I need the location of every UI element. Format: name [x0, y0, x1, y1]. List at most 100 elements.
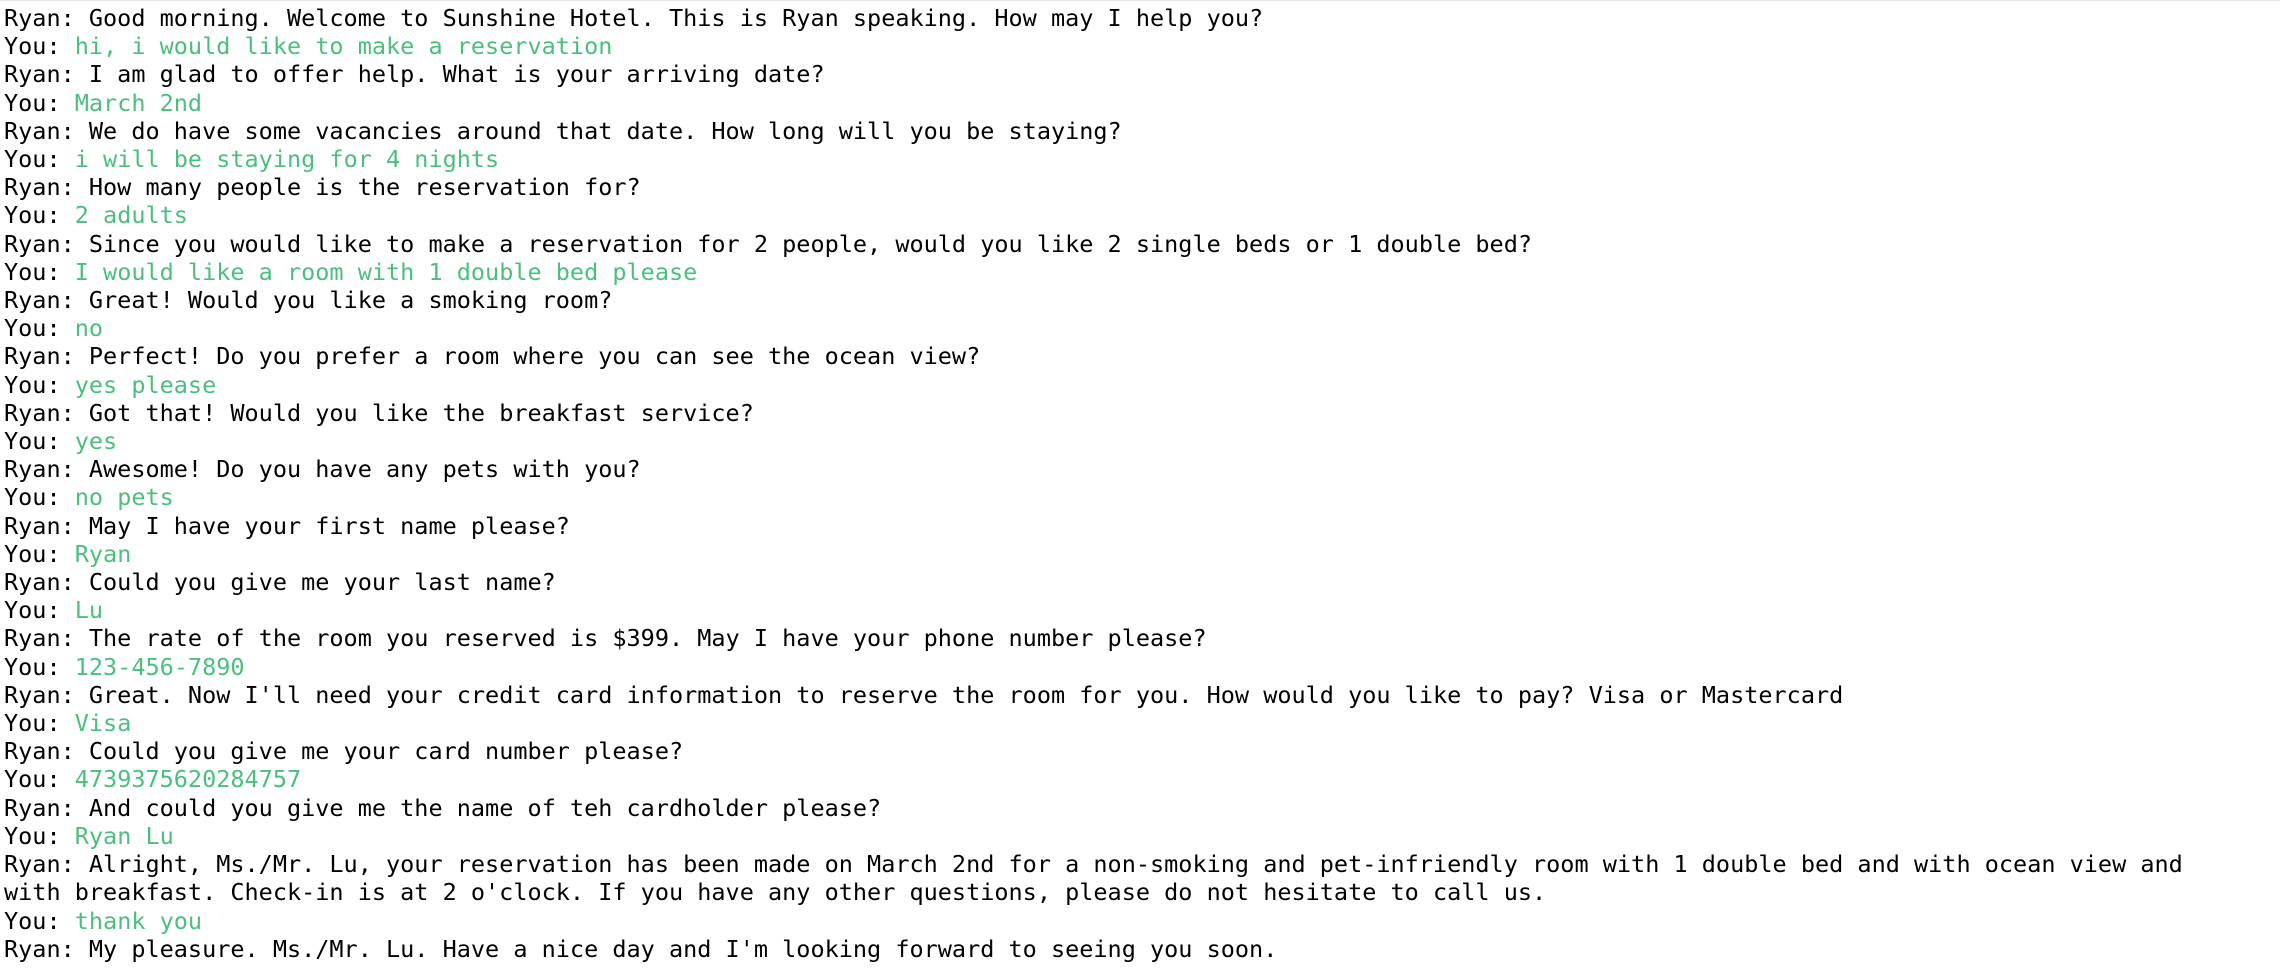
- user-message: yes please: [74, 370, 217, 399]
- chat-line-user: You: i will be staying for 4 nights: [4, 145, 2244, 173]
- agent-message: My pleasure. Ms./Mr. Lu. Have a nice day…: [88, 934, 1278, 963]
- user-message: 123-456-7890: [74, 652, 245, 681]
- user-message: Ryan Lu: [74, 821, 174, 850]
- speaker-label: Ryan:: [4, 286, 89, 315]
- speaker-label: Ryan:: [4, 398, 89, 427]
- speaker-label: You:: [4, 821, 75, 850]
- user-message: March 2nd: [74, 88, 203, 117]
- agent-message: And could you give me the name of teh ca…: [88, 793, 882, 822]
- speaker-label: You:: [4, 427, 75, 456]
- speaker-label: You:: [4, 257, 75, 286]
- chat-line-agent: Ryan: Could you give me your last name?: [4, 568, 2244, 596]
- chat-line-agent: Ryan: Alright, Ms./Mr. Lu, your reservat…: [4, 850, 2244, 906]
- user-message: Visa: [74, 709, 132, 738]
- chat-line-user: You: 4739375620284757: [4, 765, 2244, 793]
- speaker-label: You:: [4, 539, 75, 568]
- speaker-label: You:: [4, 88, 75, 117]
- agent-message: Awesome! Do you have any pets with you?: [88, 455, 641, 484]
- chat-line-user: You: Ryan Lu: [4, 822, 2244, 850]
- chat-line-agent: Ryan: Since you would like to make a res…: [4, 230, 2244, 258]
- agent-message: How many people is the reservation for?: [88, 173, 641, 202]
- speaker-label: Ryan:: [4, 624, 89, 653]
- speaker-label: You:: [4, 201, 75, 230]
- agent-message: The rate of the room you reserved is $39…: [88, 624, 1207, 653]
- speaker-label: Ryan:: [4, 511, 89, 540]
- agent-message: Could you give me your card number pleas…: [88, 737, 684, 766]
- chat-line-user: You: hi, i would like to make a reservat…: [4, 32, 2244, 60]
- chat-line-user: You: Visa: [4, 709, 2244, 737]
- speaker-label: Ryan:: [4, 116, 89, 145]
- terminal-window[interactable]: Ryan: Good morning. Welcome to Sunshine …: [0, 0, 2280, 978]
- agent-message: Alright, Ms./Mr. Lu, your reservation ha…: [4, 850, 2197, 907]
- chat-line-agent: Ryan: Awesome! Do you have any pets with…: [4, 455, 2244, 483]
- chat-line-user: You: 2 adults: [4, 201, 2244, 229]
- speaker-label: Ryan:: [4, 4, 89, 32]
- agent-message: We do have some vacancies around that da…: [88, 116, 1122, 145]
- speaker-label: Ryan:: [4, 680, 89, 709]
- user-message: 4739375620284757: [74, 765, 302, 794]
- user-message: i will be staying for 4 nights: [74, 145, 500, 174]
- speaker-label: Ryan:: [4, 850, 89, 879]
- speaker-label: You:: [4, 483, 75, 512]
- chat-line-agent: Ryan: Good morning. Welcome to Sunshine …: [4, 4, 2244, 32]
- chat-line-agent: Ryan: The rate of the room you reserved …: [4, 624, 2244, 652]
- chat-line-agent: Ryan: And could you give me the name of …: [4, 794, 2244, 822]
- agent-message: Since you would like to make a reservati…: [88, 229, 1533, 258]
- speaker-label: You:: [4, 709, 75, 738]
- agent-message: May I have your first name please?: [88, 511, 570, 540]
- speaker-label: You:: [4, 145, 75, 174]
- agent-message: Could you give me your last name?: [88, 568, 556, 597]
- agent-message: Great. Now I'll need your credit card in…: [88, 680, 1844, 709]
- speaker-label: You:: [4, 370, 75, 399]
- speaker-label: Ryan:: [4, 455, 89, 484]
- chat-line-user: You: no pets: [4, 483, 2244, 511]
- chat-line-user: You: I would like a room with 1 double b…: [4, 258, 2244, 286]
- user-message: Ryan: [74, 539, 132, 568]
- chat-line-agent: Ryan: Could you give me your card number…: [4, 737, 2244, 765]
- user-message: yes: [74, 427, 118, 456]
- user-message: 2 adults: [74, 201, 188, 230]
- chat-line-agent: Ryan: Great! Would you like a smoking ro…: [4, 286, 2244, 314]
- agent-message: Good morning. Welcome to Sunshine Hotel.…: [88, 4, 1264, 32]
- speaker-label: You:: [4, 314, 75, 343]
- chat-line-user: You: Ryan: [4, 540, 2244, 568]
- speaker-label: Ryan:: [4, 568, 89, 597]
- speaker-label: You:: [4, 32, 75, 61]
- speaker-label: Ryan:: [4, 342, 89, 371]
- speaker-label: Ryan:: [4, 229, 89, 258]
- agent-message: Great! Would you like a smoking room?: [88, 286, 613, 315]
- user-message: hi, i would like to make a reservation: [74, 32, 613, 61]
- chat-line-user: You: Lu: [4, 596, 2244, 624]
- chat-line-agent: Ryan: I am glad to offer help. What is y…: [4, 60, 2244, 88]
- chat-line-agent: Ryan: We do have some vacancies around t…: [4, 117, 2244, 145]
- chat-line-user: You: 123-456-7890: [4, 653, 2244, 681]
- chat-line-agent: Ryan: Got that! Would you like the break…: [4, 399, 2244, 427]
- chat-line-user: You: yes please: [4, 371, 2244, 399]
- chat-line-user: You: no: [4, 314, 2244, 342]
- chat-line-agent: Ryan: My pleasure. Ms./Mr. Lu. Have a ni…: [4, 935, 2244, 963]
- chat-line-agent: Ryan: How many people is the reservation…: [4, 173, 2244, 201]
- agent-message: I am glad to offer help. What is your ar…: [88, 60, 825, 89]
- chat-line-user: You: March 2nd: [4, 89, 2244, 117]
- chat-line-user: You: yes: [4, 427, 2244, 455]
- speaker-label: Ryan:: [4, 60, 89, 89]
- chat-line-agent: Ryan: Perfect! Do you prefer a room wher…: [4, 342, 2244, 370]
- speaker-label: You:: [4, 596, 75, 625]
- chat-line-agent: Ryan: Great. Now I'll need your credit c…: [4, 681, 2244, 709]
- chat-line-agent: Ryan: May I have your first name please?: [4, 512, 2244, 540]
- user-message: I would like a room with 1 double bed pl…: [74, 257, 698, 286]
- speaker-label: Ryan:: [4, 934, 89, 963]
- speaker-label: You:: [4, 652, 75, 681]
- user-message: no: [74, 314, 104, 343]
- speaker-label: Ryan:: [4, 737, 89, 766]
- agent-message: Perfect! Do you prefer a room where you …: [88, 342, 981, 371]
- top-divider: [0, 0, 2280, 1]
- speaker-label: You:: [4, 906, 75, 935]
- speaker-label: Ryan:: [4, 793, 89, 822]
- speaker-label: Ryan:: [4, 173, 89, 202]
- chat-transcript: Ryan: Good morning. Welcome to Sunshine …: [4, 4, 2244, 963]
- user-message: Lu: [74, 596, 104, 625]
- user-message: no pets: [74, 483, 174, 512]
- agent-message: Got that! Would you like the breakfast s…: [88, 398, 754, 427]
- user-message: thank you: [74, 906, 203, 935]
